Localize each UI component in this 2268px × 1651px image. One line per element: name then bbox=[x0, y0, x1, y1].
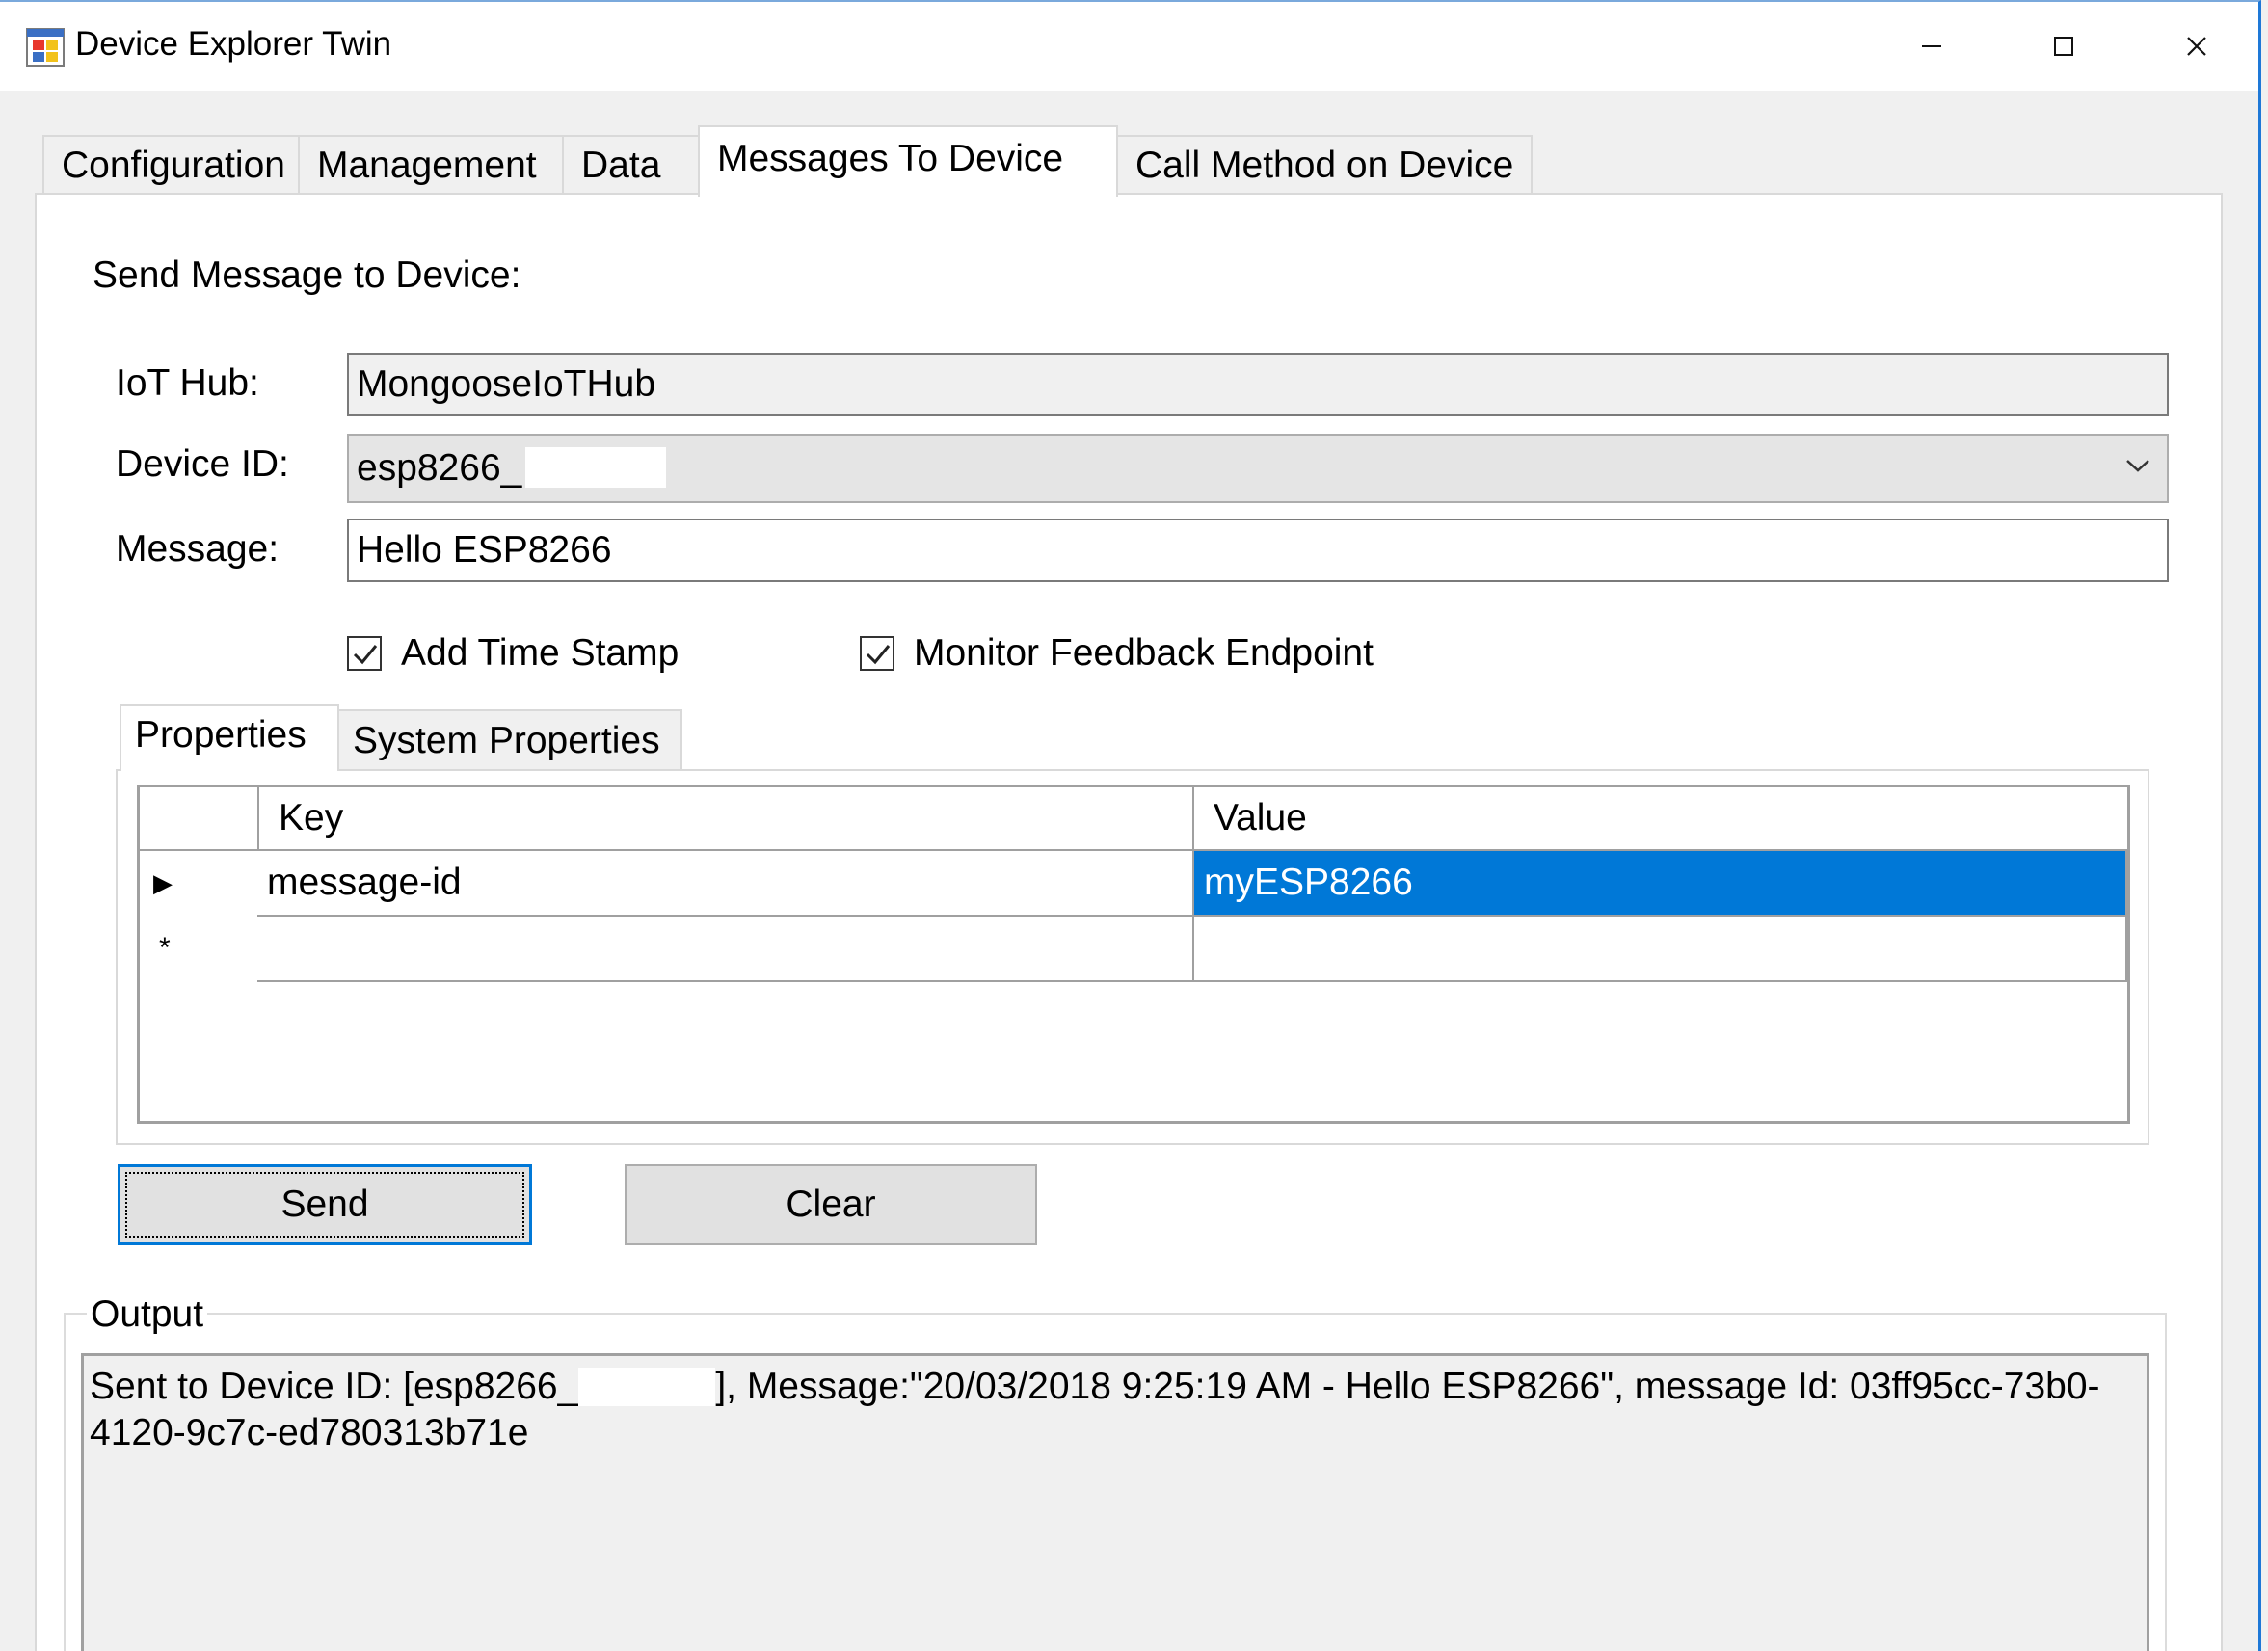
cell-key-new[interactable] bbox=[257, 917, 1192, 982]
iot-hub-label: IoT Hub: bbox=[116, 362, 259, 404]
output-text-part-a: Sent to Device ID: [esp8266_ bbox=[90, 1366, 579, 1407]
add-timestamp-label[interactable]: Add Time Stamp bbox=[401, 632, 679, 675]
output-text-part-b: ], Message:"20/03/2018 9:25:19 AM - Hell… bbox=[715, 1366, 2100, 1407]
message-label: Message: bbox=[116, 528, 280, 570]
window-title: Device Explorer Twin bbox=[75, 25, 392, 63]
send-message-heading: Send Message to Device: bbox=[93, 254, 521, 296]
properties-grid[interactable]: Key Value ▶ message-id myESP8266 * bbox=[137, 785, 2130, 1124]
message-input[interactable]: Hello ESP8266 bbox=[347, 519, 2169, 582]
row-header-corner bbox=[140, 787, 257, 851]
output-legend: Output bbox=[87, 1293, 208, 1336]
row-indicator[interactable]: ▶ bbox=[140, 851, 257, 917]
clear-button-label: Clear bbox=[786, 1184, 876, 1225]
add-timestamp-checkbox[interactable] bbox=[347, 636, 382, 671]
cell-value-selected[interactable]: myESP8266 bbox=[1192, 851, 2125, 917]
column-header-value[interactable]: Value bbox=[1192, 787, 2127, 851]
tab-call-method-on-device[interactable]: Call Method on Device bbox=[1116, 135, 1533, 195]
monitor-feedback-label[interactable]: Monitor Feedback Endpoint bbox=[914, 632, 1374, 675]
tab-properties[interactable]: Properties bbox=[120, 704, 339, 771]
device-id-value: esp8266_ bbox=[357, 447, 522, 489]
output-textbox[interactable]: Sent to Device ID: [esp8266_ ], Message:"… bbox=[81, 1353, 2149, 1651]
iot-hub-field[interactable]: MongooseIoTHub bbox=[347, 353, 2169, 416]
title-bar[interactable]: Device Explorer Twin bbox=[0, 2, 2258, 91]
output-line-1: Sent to Device ID: [esp8266_ ], Message:"… bbox=[90, 1364, 2141, 1410]
new-row-indicator[interactable]: * bbox=[140, 917, 257, 982]
close-button[interactable] bbox=[2130, 2, 2258, 91]
monitor-feedback-checkbox[interactable] bbox=[860, 636, 894, 671]
device-id-label: Device ID: bbox=[116, 443, 289, 485]
maximize-button[interactable] bbox=[1997, 2, 2130, 91]
clear-button[interactable]: Clear bbox=[625, 1164, 1037, 1245]
tab-configuration[interactable]: Configuration bbox=[42, 135, 300, 195]
cell-value-new[interactable] bbox=[1192, 917, 2125, 982]
chevron-down-icon[interactable] bbox=[2119, 436, 2157, 495]
focus-rect bbox=[125, 1172, 524, 1238]
app-window: Device Explorer Twin Configuration Manag… bbox=[0, 0, 2261, 1651]
tab-data[interactable]: Data bbox=[562, 135, 701, 195]
minimize-button[interactable] bbox=[1865, 2, 1998, 91]
cell-key[interactable]: message-id bbox=[257, 851, 1192, 917]
tab-messages-to-device[interactable]: Messages To Device bbox=[698, 125, 1118, 197]
redacted-block bbox=[578, 1368, 716, 1406]
send-button[interactable]: Send bbox=[118, 1164, 532, 1245]
grid-divider bbox=[2125, 851, 2127, 982]
redacted-block bbox=[525, 447, 666, 488]
app-icon bbox=[25, 27, 66, 67]
tab-management[interactable]: Management bbox=[298, 135, 564, 195]
tab-system-properties[interactable]: System Properties bbox=[337, 709, 682, 769]
output-line-2: 4120-9c7c-ed780313b71e bbox=[90, 1412, 529, 1453]
column-header-key[interactable]: Key bbox=[257, 787, 1192, 851]
main-tab-strip: Configuration Management Data Messages T… bbox=[0, 125, 2258, 197]
